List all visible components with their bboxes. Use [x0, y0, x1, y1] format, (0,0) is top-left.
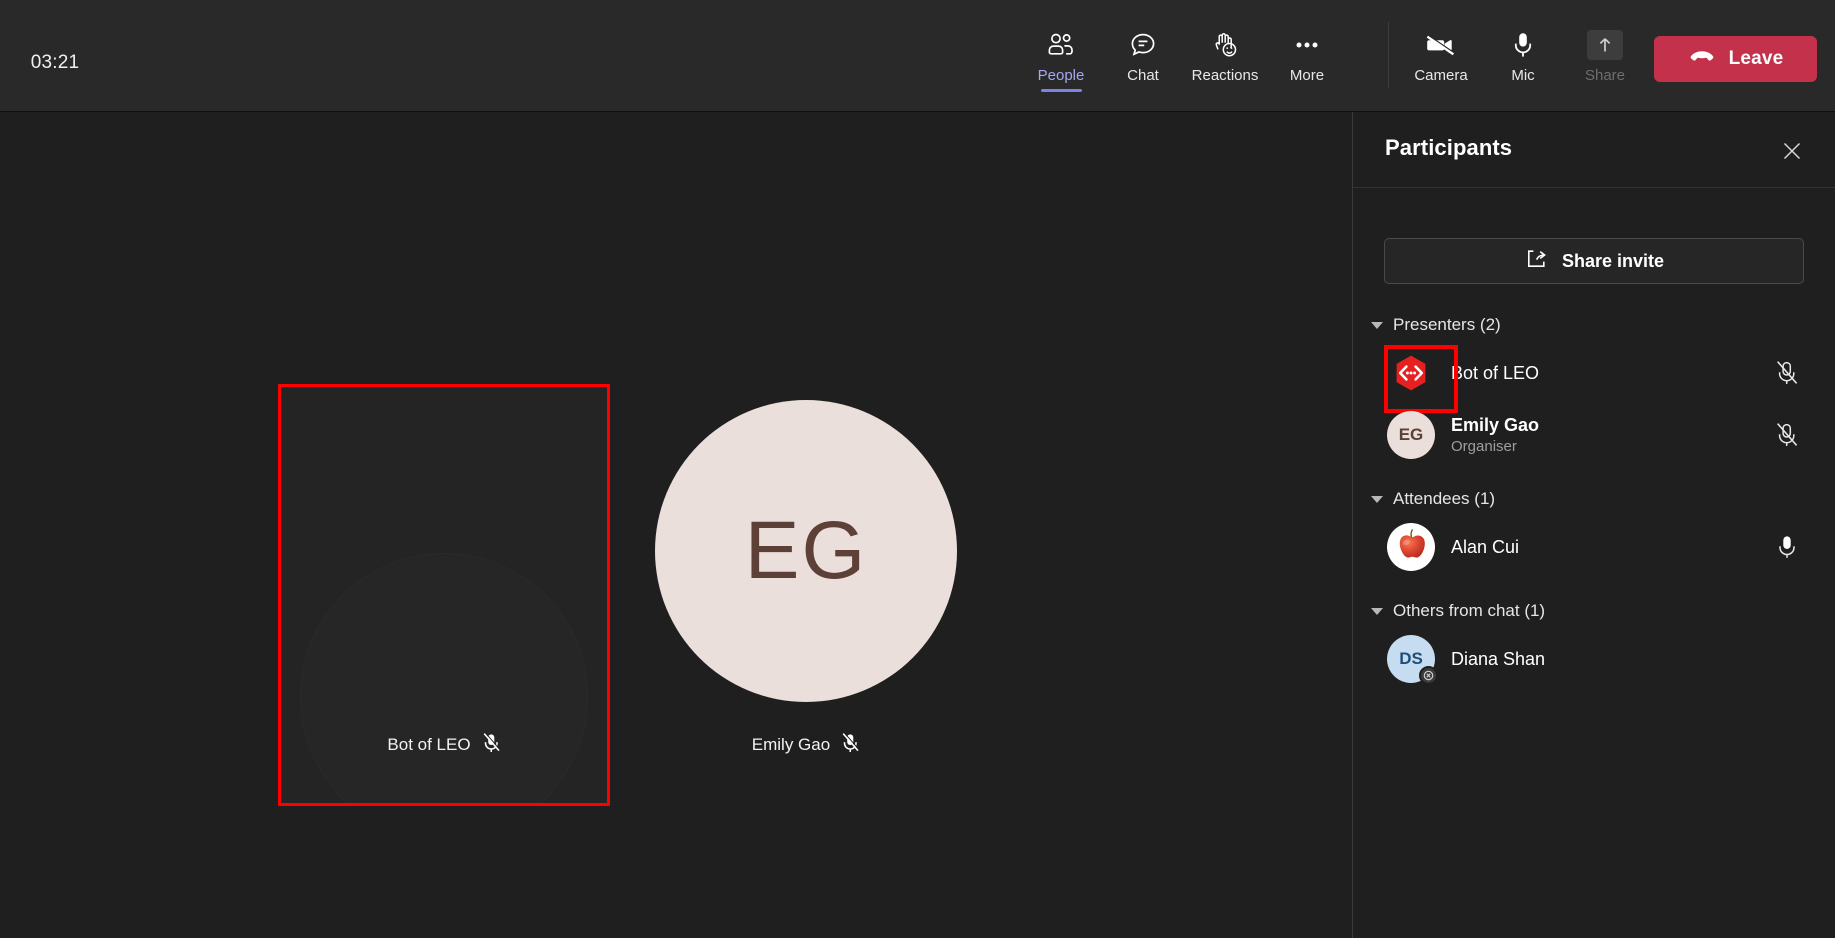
video-tile-name: Emily Gao [751, 735, 831, 754]
avatar: DS [1387, 635, 1438, 685]
participant-row-alan-cui[interactable]: Alan Cui [1353, 516, 1835, 578]
video-stage: Bot of LEO EG Emily Gao [0, 112, 1352, 938]
section-label: Presenters (2) [1393, 315, 1501, 334]
toolbar-more-button[interactable]: More [1266, 14, 1348, 84]
avatar-initials: DS [1399, 649, 1423, 668]
mic-icon [1511, 28, 1535, 62]
toolbar-people-button[interactable]: People [1020, 14, 1102, 92]
toolbar-share-label: Share [1584, 67, 1626, 84]
participant-name: Diana Shan [1451, 648, 1546, 669]
participants-list: Presenters (2) Bot of LEO EG Emily Gao O… [1353, 308, 1835, 690]
offline-icon [1419, 666, 1438, 685]
hangup-phone-icon [1688, 49, 1716, 70]
meeting-timer: 03:21 [30, 52, 80, 73]
close-icon[interactable] [1775, 134, 1809, 168]
participant-meta: Bot of LEO [1451, 362, 1539, 385]
participant-meta: Alan Cui [1451, 536, 1519, 559]
toolbar-reactions-label: Reactions [1191, 67, 1259, 84]
share-up-arrow-icon [1587, 28, 1623, 62]
avatar [1384, 345, 1458, 413]
chevron-down-icon [1371, 321, 1383, 329]
section-label: Attendees (1) [1393, 489, 1496, 508]
avatar-placeholder-circle [301, 554, 587, 806]
toolbar-mic-label: Mic [1511, 67, 1535, 84]
video-tile-caption: Bot of LEO [278, 732, 610, 758]
avatar: EG [1387, 411, 1435, 459]
video-tile-name: Bot of LEO [387, 735, 471, 754]
camera-off-icon [1424, 28, 1458, 62]
section-header-others-from-chat[interactable]: Others from chat (1) [1353, 594, 1835, 628]
avatar: EG [655, 400, 957, 702]
reactions-icon [1210, 28, 1240, 62]
chat-icon [1129, 28, 1157, 62]
leave-label: Leave [1728, 48, 1784, 69]
participant-row-emily-gao[interactable]: EG Emily Gao Organiser [1353, 404, 1835, 466]
participant-role: Organiser [1451, 437, 1517, 455]
mic-off-icon[interactable] [1773, 421, 1801, 449]
toolbar-chat-label: Chat [1127, 67, 1159, 84]
participants-panel: Participants Share invite Presenters (2)… [1353, 112, 1835, 938]
chevron-down-icon [1371, 495, 1383, 503]
toolbar-chat-button[interactable]: Chat [1102, 14, 1184, 84]
hexagon-code-icon [1396, 355, 1426, 391]
active-tab-indicator [1041, 89, 1082, 92]
mic-on-icon[interactable] [1773, 533, 1801, 561]
apple-image [1399, 529, 1425, 558]
video-tile-background: Bot of LEO [278, 384, 610, 806]
participant-name: Alan Cui [1451, 536, 1520, 557]
mic-off-icon [482, 732, 501, 758]
more-icon [1292, 28, 1322, 62]
meeting-toolbar: 03:21 People Chat Reactions More Camera … [0, 0, 1835, 112]
section-label: Others from chat (1) [1393, 601, 1546, 620]
section-header-presenters[interactable]: Presenters (2) [1353, 308, 1835, 342]
share-invite-icon [1524, 247, 1548, 276]
toolbar-share-button[interactable]: Share [1564, 14, 1646, 84]
toolbar-camera-label: Camera [1414, 67, 1468, 84]
video-tile-caption: Emily Gao [640, 732, 972, 758]
toolbar-right-group: Camera Mic Share [1400, 14, 1646, 104]
mic-off-icon [841, 732, 860, 758]
avatar [1387, 523, 1435, 571]
mic-off-icon[interactable] [1773, 359, 1801, 387]
participant-meta: Diana Shan [1451, 648, 1545, 671]
share-invite-button[interactable]: Share invite [1384, 238, 1804, 284]
participant-meta: Emily Gao Organiser [1451, 414, 1539, 456]
participant-name: Emily Gao [1451, 415, 1540, 435]
toolbar-mic-button[interactable]: Mic [1482, 14, 1564, 84]
avatar-initials: EG [1398, 425, 1424, 444]
leave-button[interactable]: Leave [1654, 36, 1817, 82]
avatar-initials: EG [744, 505, 868, 596]
participants-panel-header: Participants [1353, 112, 1835, 188]
toolbar-reactions-button[interactable]: Reactions [1184, 14, 1266, 84]
teams-meeting-window: 03:21 People Chat Reactions More Camera … [0, 0, 1835, 938]
video-tile-bot-of-leo[interactable]: Bot of LEO [278, 384, 610, 806]
toolbar-camera-button[interactable]: Camera [1400, 14, 1482, 84]
section-header-attendees[interactable]: Attendees (1) [1353, 482, 1835, 516]
toolbar-more-label: More [1289, 67, 1325, 84]
chevron-down-icon [1371, 607, 1383, 615]
panel-title: Participants [1385, 135, 1513, 160]
toolbar-divider [1388, 22, 1389, 88]
participant-row-bot-of-leo[interactable]: Bot of LEO [1353, 342, 1835, 413]
participant-row-diana-shan[interactable]: DS Diana Shan [1353, 628, 1835, 690]
toolbar-center-group: People Chat Reactions More [1020, 14, 1348, 104]
participant-name: Bot of LEO [1451, 362, 1540, 383]
people-icon [1046, 28, 1076, 62]
share-invite-label: Share invite [1561, 250, 1665, 271]
video-tile-emily-gao[interactable]: EG Emily Gao [640, 384, 972, 806]
toolbar-people-label: People [1037, 67, 1085, 84]
